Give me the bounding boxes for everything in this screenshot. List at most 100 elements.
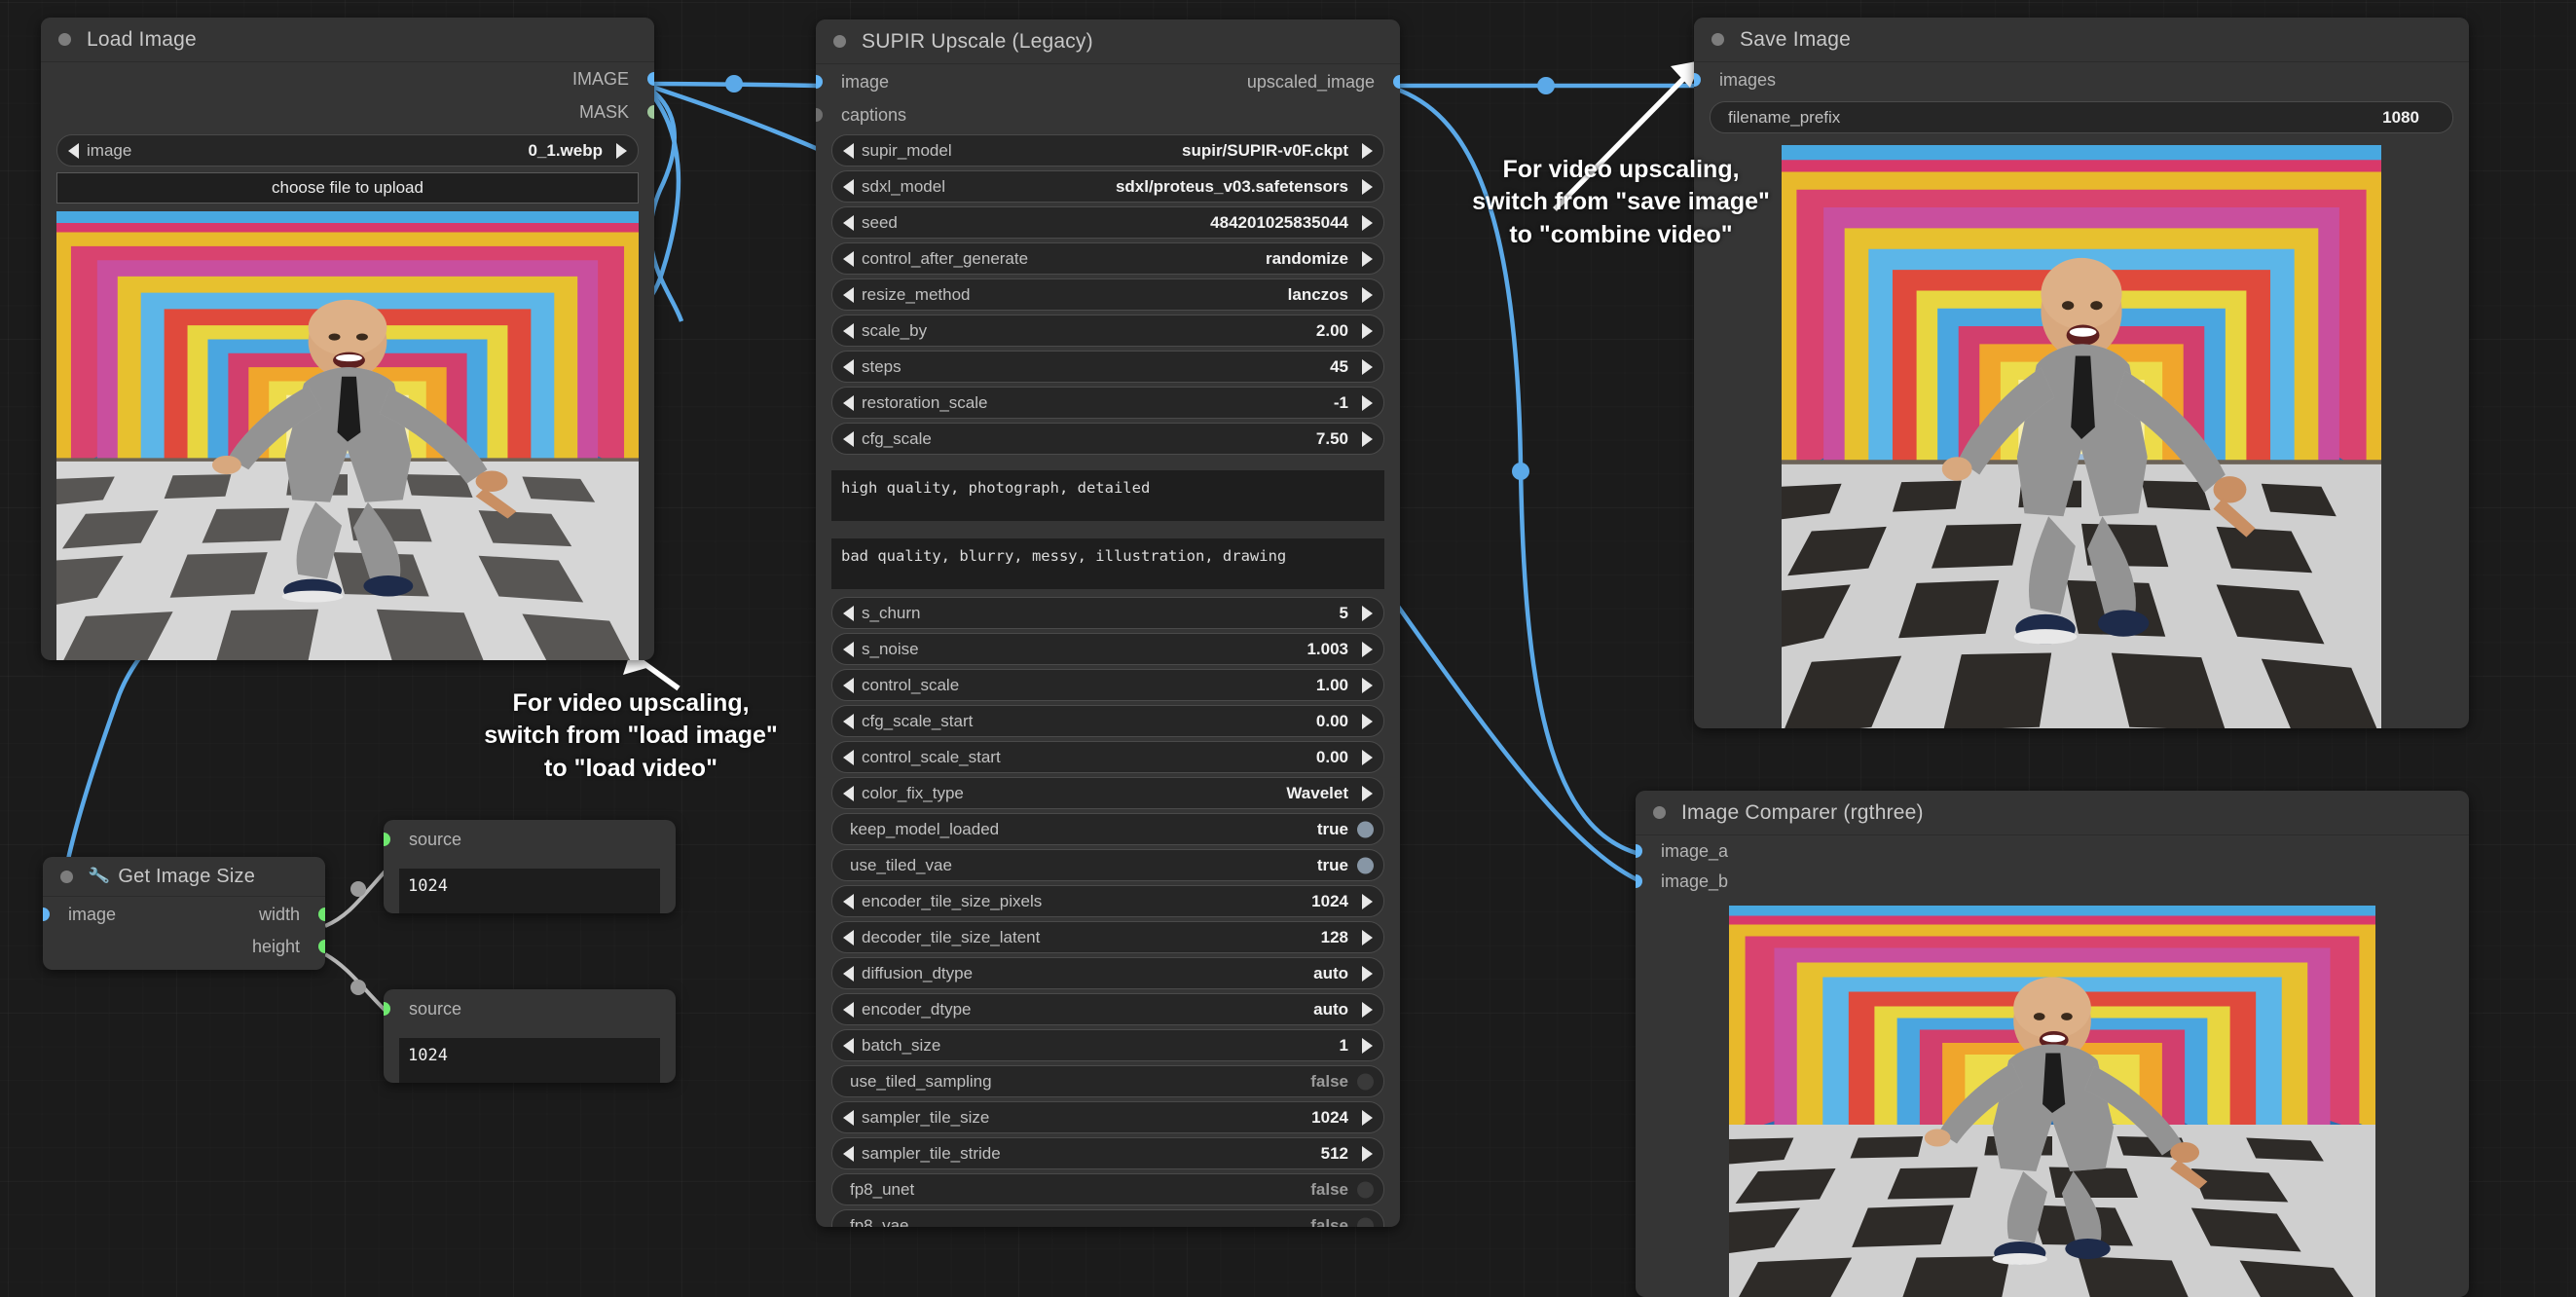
widget-keep-model-loaded[interactable]: keep_model_loaded true <box>831 813 1384 845</box>
save-image-preview[interactable] <box>1782 145 2381 728</box>
chevron-right-icon[interactable] <box>1362 605 1373 621</box>
widget-color-fix-type[interactable]: color_fix_type Wavelet <box>831 777 1384 809</box>
slot-row-images[interactable]: images <box>1694 62 2469 97</box>
negative-prompt-textarea[interactable]: bad quality, blurry, messy, illustration… <box>831 538 1384 589</box>
source-width-value[interactable]: 1024 <box>399 869 660 913</box>
widget-use-tiled-vae[interactable]: use_tiled_vae true <box>831 849 1384 881</box>
collapse-dot-icon[interactable] <box>1653 806 1666 819</box>
chevron-left-icon[interactable] <box>843 893 854 909</box>
toggle-knob-icon[interactable] <box>1357 1073 1374 1090</box>
chevron-left-icon[interactable] <box>843 713 854 729</box>
widget-seed[interactable]: seed 484201025835044 <box>831 206 1384 239</box>
widget-control-scale[interactable]: control_scale 1.00 <box>831 669 1384 701</box>
chevron-left-icon[interactable] <box>843 178 854 195</box>
output-slot-image[interactable]: IMAGE <box>41 62 654 95</box>
node-get-image-size-title[interactable]: 🔧 Get Image Size <box>43 857 325 897</box>
node-image-comparer-title[interactable]: Image Comparer (rgthree) <box>1636 791 2469 835</box>
comfyui-graph-canvas[interactable]: Load Image IMAGE MASK image 0_1.webp cho… <box>0 0 2576 1297</box>
slot-row-height[interactable]: height <box>43 932 325 961</box>
image-comparer-preview[interactable] <box>1729 906 2375 1297</box>
positive-prompt-textarea[interactable]: high quality, photograph, detailed <box>831 470 1384 521</box>
widget-use-tiled-sampling[interactable]: use_tiled_sampling false <box>831 1065 1384 1097</box>
node-load-image[interactable]: Load Image IMAGE MASK image 0_1.webp cho… <box>41 18 654 660</box>
chevron-left-icon[interactable] <box>843 1001 854 1018</box>
chevron-left-icon[interactable] <box>843 605 854 621</box>
output-port-height[interactable] <box>318 940 325 953</box>
widget-s-churn[interactable]: s_churn 5 <box>831 597 1384 629</box>
widget-encoder-tile-size-pixels[interactable]: encoder_tile_size_pixels 1024 <box>831 885 1384 917</box>
widget-steps[interactable]: steps 45 <box>831 351 1384 383</box>
slot-row-image-b[interactable]: image_b <box>1636 867 2469 896</box>
output-port-upscaled-image[interactable] <box>1393 75 1400 89</box>
widget-sampler-tile-size[interactable]: sampler_tile_size 1024 <box>831 1101 1384 1133</box>
chevron-left-icon[interactable] <box>843 358 854 375</box>
chevron-right-icon[interactable] <box>1362 929 1373 945</box>
chevron-right-icon[interactable] <box>1362 785 1373 801</box>
chevron-right-icon[interactable] <box>1362 1109 1373 1126</box>
chevron-right-icon[interactable] <box>1362 677 1373 693</box>
chevron-right-icon[interactable] <box>1362 286 1373 303</box>
chevron-left-icon[interactable] <box>843 641 854 657</box>
choose-file-to-upload-button[interactable]: choose file to upload <box>56 172 639 204</box>
node-supir-title[interactable]: SUPIR Upscale (Legacy) <box>816 19 1400 64</box>
chevron-right-icon[interactable] <box>1362 1037 1373 1054</box>
collapse-dot-icon[interactable] <box>60 870 73 883</box>
widget-image[interactable]: image 0_1.webp <box>56 134 639 167</box>
chevron-left-icon[interactable] <box>843 1037 854 1054</box>
input-port-image[interactable] <box>43 908 50 921</box>
chevron-left-icon[interactable] <box>843 286 854 303</box>
slot-row-source[interactable]: source <box>384 993 676 1024</box>
chevron-left-icon[interactable] <box>843 394 854 411</box>
widget-filename-prefix[interactable]: filename_prefix 1080 <box>1710 101 2453 133</box>
chevron-left-icon[interactable] <box>843 785 854 801</box>
chevron-right-icon[interactable] <box>1362 893 1373 909</box>
widget-diffusion-dtype[interactable]: diffusion_dtype auto <box>831 957 1384 989</box>
node-save-image[interactable]: Save Image images filename_prefix 1080 <box>1694 18 2469 728</box>
widget-restoration-scale[interactable]: restoration_scale -1 <box>831 387 1384 419</box>
chevron-left-icon[interactable] <box>843 929 854 945</box>
widget-control-scale-start[interactable]: control_scale_start 0.00 <box>831 741 1384 773</box>
chevron-left-icon[interactable] <box>843 1145 854 1162</box>
collapse-dot-icon[interactable] <box>1711 33 1724 46</box>
chevron-left-icon[interactable] <box>68 142 79 159</box>
widget-encoder-dtype[interactable]: encoder_dtype auto <box>831 993 1384 1025</box>
chevron-left-icon[interactable] <box>843 250 854 267</box>
slot-row-image-width[interactable]: image width <box>43 897 325 932</box>
input-port-image[interactable] <box>816 75 823 89</box>
output-port-image[interactable] <box>647 72 654 86</box>
node-source-width[interactable]: source 1024 <box>384 820 676 913</box>
toggle-knob-icon[interactable] <box>1357 1217 1374 1227</box>
node-supir-upscale[interactable]: SUPIR Upscale (Legacy) image upscaled_im… <box>816 19 1400 1227</box>
widget-fp8-unet[interactable]: fp8_unet false <box>831 1173 1384 1205</box>
widget-cfg-scale[interactable]: cfg_scale 7.50 <box>831 423 1384 455</box>
output-port-mask[interactable] <box>647 105 654 119</box>
node-save-image-title[interactable]: Save Image <box>1694 18 2469 62</box>
chevron-left-icon[interactable] <box>843 1109 854 1126</box>
chevron-right-icon[interactable] <box>1362 358 1373 375</box>
chevron-left-icon[interactable] <box>843 322 854 339</box>
chevron-right-icon[interactable] <box>1362 250 1373 267</box>
load-image-preview[interactable] <box>56 211 639 660</box>
widget-fp8-vae[interactable]: fp8_vae false <box>831 1209 1384 1227</box>
input-port-image-a[interactable] <box>1636 844 1642 858</box>
output-port-width[interactable] <box>318 908 325 921</box>
widget-supir-model[interactable]: supir_model supir/SUPIR-v0F.ckpt <box>831 134 1384 167</box>
toggle-knob-icon[interactable] <box>1357 1181 1374 1198</box>
chevron-right-icon[interactable] <box>1362 965 1373 982</box>
widget-control-after-generate[interactable]: control_after_generate randomize <box>831 242 1384 275</box>
chevron-left-icon[interactable] <box>843 677 854 693</box>
chevron-left-icon[interactable] <box>843 142 854 159</box>
chevron-right-icon[interactable] <box>616 142 627 159</box>
widget-sampler-tile-stride[interactable]: sampler_tile_stride 512 <box>831 1137 1384 1169</box>
chevron-right-icon[interactable] <box>1362 142 1373 159</box>
input-port-images[interactable] <box>1694 73 1701 87</box>
slot-row-image-a[interactable]: image_a <box>1636 835 2469 867</box>
chevron-right-icon[interactable] <box>1362 430 1373 447</box>
chevron-right-icon[interactable] <box>1362 178 1373 195</box>
source-height-value[interactable]: 1024 <box>399 1038 660 1083</box>
widget-value[interactable]: 1080 <box>2382 108 2419 128</box>
node-source-height[interactable]: source 1024 <box>384 989 676 1083</box>
chevron-right-icon[interactable] <box>1362 322 1373 339</box>
chevron-right-icon[interactable] <box>1362 214 1373 231</box>
chevron-right-icon[interactable] <box>1362 394 1373 411</box>
